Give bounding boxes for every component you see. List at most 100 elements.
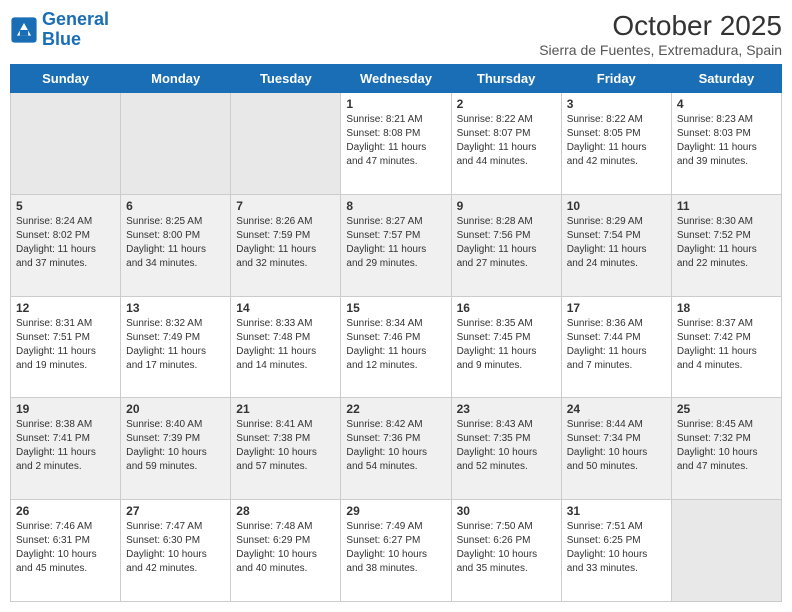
calendar-week-2: 5Sunrise: 8:24 AM Sunset: 8:02 PM Daylig… <box>11 194 782 296</box>
day-number: 12 <box>16 301 115 315</box>
calendar-cell: 20 Sunrise: 8:40 AM Sunset: 7:39 PM Dayli… <box>121 398 231 500</box>
calendar-cell: 1 Sunrise: 8:21 AM Sunset: 8:08 PM Daylig… <box>341 93 451 195</box>
main-title: October 2025 <box>539 10 782 42</box>
calendar-cell: 13 Sunrise: 8:32 AM Sunset: 7:49 PM Dayli… <box>121 296 231 398</box>
calendar-cell: 18 Sunrise: 8:37 AM Sunset: 7:42 PM Dayli… <box>671 296 781 398</box>
day-number: 8 <box>346 199 445 213</box>
calendar-cell <box>231 93 341 195</box>
calendar-cell: 9 Sunrise: 8:28 AM Sunset: 7:56 PM Daylig… <box>451 194 561 296</box>
calendar-cell: 15Sunrise: 8:34 AM Sunset: 7:46 PM Dayli… <box>341 296 451 398</box>
day-number: 30 <box>457 504 556 518</box>
calendar-cell: 12 Sunrise: 8:31 AM Sunset: 7:51 PM Dayli… <box>11 296 121 398</box>
day-info: Sunrise: 8:41 AM Sunset: 7:38 PM Dayligh… <box>236 418 335 474</box>
logo-icon <box>10 16 38 44</box>
day-number: 11 <box>677 199 776 213</box>
subtitle: Sierra de Fuentes, Extremadura, Spain <box>539 42 782 58</box>
calendar-table: Sunday Monday Tuesday Wednesday Thursday… <box>10 64 782 602</box>
day-number: 24 <box>567 402 666 416</box>
col-wednesday: Wednesday <box>341 65 451 93</box>
day-number: 22 <box>346 402 445 416</box>
day-number: 15 <box>346 301 445 315</box>
logo: General Blue <box>10 10 109 50</box>
day-number: 23 <box>457 402 556 416</box>
day-info: Sunrise: 7:51 AM Sunset: 6:25 PM Dayligh… <box>567 520 666 576</box>
calendar-week-1: 1 Sunrise: 8:21 AM Sunset: 8:08 PM Daylig… <box>11 93 782 195</box>
calendar-cell: 19 Sunrise: 8:38 AM Sunset: 7:41 PM Dayli… <box>11 398 121 500</box>
day-info: Sunrise: 7:49 AM Sunset: 6:27 PM Dayligh… <box>346 520 445 576</box>
calendar-cell: 8 Sunrise: 8:27 AM Sunset: 7:57 PM Daylig… <box>341 194 451 296</box>
calendar-week-5: 26 Sunrise: 7:46 AM Sunset: 6:31 PM Dayli… <box>11 500 782 602</box>
day-number: 18 <box>677 301 776 315</box>
day-info: Sunrise: 8:43 AM Sunset: 7:35 PM Dayligh… <box>457 418 556 474</box>
day-number: 31 <box>567 504 666 518</box>
calendar-cell: 28Sunrise: 7:48 AM Sunset: 6:29 PM Dayli… <box>231 500 341 602</box>
col-friday: Friday <box>561 65 671 93</box>
day-number: 1 <box>346 97 445 111</box>
day-number: 13 <box>126 301 225 315</box>
day-number: 26 <box>16 504 115 518</box>
col-tuesday: Tuesday <box>231 65 341 93</box>
day-info: Sunrise: 8:24 AM Sunset: 8:02 PM Dayligh… <box>16 215 115 271</box>
day-number: 17 <box>567 301 666 315</box>
day-number: 9 <box>457 199 556 213</box>
day-number: 25 <box>677 402 776 416</box>
day-info: Sunrise: 7:50 AM Sunset: 6:26 PM Dayligh… <box>457 520 556 576</box>
day-number: 3 <box>567 97 666 111</box>
day-number: 6 <box>126 199 225 213</box>
calendar-header-row: Sunday Monday Tuesday Wednesday Thursday… <box>11 65 782 93</box>
day-info: Sunrise: 8:32 AM Sunset: 7:49 PM Dayligh… <box>126 317 225 373</box>
title-block: October 2025 Sierra de Fuentes, Extremad… <box>539 10 782 58</box>
day-info: Sunrise: 7:46 AM Sunset: 6:31 PM Dayligh… <box>16 520 115 576</box>
calendar-cell: 14 Sunrise: 8:33 AM Sunset: 7:48 PM Dayli… <box>231 296 341 398</box>
day-number: 28 <box>236 504 335 518</box>
day-info: Sunrise: 8:26 AM Sunset: 7:59 PM Dayligh… <box>236 215 335 271</box>
day-info: Sunrise: 8:33 AM Sunset: 7:48 PM Dayligh… <box>236 317 335 373</box>
day-info: Sunrise: 8:45 AM Sunset: 7:32 PM Dayligh… <box>677 418 776 474</box>
day-info: Sunrise: 8:38 AM Sunset: 7:41 PM Dayligh… <box>16 418 115 474</box>
calendar-week-3: 12 Sunrise: 8:31 AM Sunset: 7:51 PM Dayli… <box>11 296 782 398</box>
logo-line2: Blue <box>42 29 81 49</box>
day-number: 27 <box>126 504 225 518</box>
calendar-cell: 3 Sunrise: 8:22 AM Sunset: 8:05 PM Daylig… <box>561 93 671 195</box>
day-info: Sunrise: 8:22 AM Sunset: 8:05 PM Dayligh… <box>567 113 666 169</box>
calendar-cell: 31 Sunrise: 7:51 AM Sunset: 6:25 PM Dayli… <box>561 500 671 602</box>
day-number: 16 <box>457 301 556 315</box>
header: General Blue October 2025 Sierra de Fuen… <box>10 10 782 58</box>
day-number: 7 <box>236 199 335 213</box>
day-info: Sunrise: 8:35 AM Sunset: 7:45 PM Dayligh… <box>457 317 556 373</box>
page: General Blue October 2025 Sierra de Fuen… <box>0 0 792 612</box>
day-info: Sunrise: 8:25 AM Sunset: 8:00 PM Dayligh… <box>126 215 225 271</box>
calendar-cell: 24 Sunrise: 8:44 AM Sunset: 7:34 PM Dayli… <box>561 398 671 500</box>
day-info: Sunrise: 8:36 AM Sunset: 7:44 PM Dayligh… <box>567 317 666 373</box>
calendar-cell: 30 Sunrise: 7:50 AM Sunset: 6:26 PM Dayli… <box>451 500 561 602</box>
day-info: Sunrise: 8:30 AM Sunset: 7:52 PM Dayligh… <box>677 215 776 271</box>
day-info: Sunrise: 8:21 AM Sunset: 8:08 PM Dayligh… <box>346 113 445 169</box>
calendar-cell: 5Sunrise: 8:24 AM Sunset: 8:02 PM Daylig… <box>11 194 121 296</box>
calendar-cell <box>121 93 231 195</box>
day-info: Sunrise: 7:47 AM Sunset: 6:30 PM Dayligh… <box>126 520 225 576</box>
day-info: Sunrise: 8:42 AM Sunset: 7:36 PM Dayligh… <box>346 418 445 474</box>
day-number: 14 <box>236 301 335 315</box>
day-info: Sunrise: 8:22 AM Sunset: 8:07 PM Dayligh… <box>457 113 556 169</box>
col-monday: Monday <box>121 65 231 93</box>
day-info: Sunrise: 8:27 AM Sunset: 7:57 PM Dayligh… <box>346 215 445 271</box>
day-number: 29 <box>346 504 445 518</box>
calendar-cell: 6 Sunrise: 8:25 AM Sunset: 8:00 PM Daylig… <box>121 194 231 296</box>
logo-text: General Blue <box>42 10 109 50</box>
calendar-cell: 26 Sunrise: 7:46 AM Sunset: 6:31 PM Dayli… <box>11 500 121 602</box>
calendar-cell: 21Sunrise: 8:41 AM Sunset: 7:38 PM Dayli… <box>231 398 341 500</box>
calendar-cell: 29 Sunrise: 7:49 AM Sunset: 6:27 PM Dayli… <box>341 500 451 602</box>
calendar-cell: 11 Sunrise: 8:30 AM Sunset: 7:52 PM Dayli… <box>671 194 781 296</box>
day-number: 10 <box>567 199 666 213</box>
day-number: 20 <box>126 402 225 416</box>
day-info: Sunrise: 8:28 AM Sunset: 7:56 PM Dayligh… <box>457 215 556 271</box>
calendar-cell: 23 Sunrise: 8:43 AM Sunset: 7:35 PM Dayli… <box>451 398 561 500</box>
calendar-cell: 2Sunrise: 8:22 AM Sunset: 8:07 PM Daylig… <box>451 93 561 195</box>
day-info: Sunrise: 8:31 AM Sunset: 7:51 PM Dayligh… <box>16 317 115 373</box>
calendar-cell: 7 Sunrise: 8:26 AM Sunset: 7:59 PM Daylig… <box>231 194 341 296</box>
calendar-cell <box>671 500 781 602</box>
day-info: Sunrise: 8:44 AM Sunset: 7:34 PM Dayligh… <box>567 418 666 474</box>
day-info: Sunrise: 8:40 AM Sunset: 7:39 PM Dayligh… <box>126 418 225 474</box>
day-number: 19 <box>16 402 115 416</box>
day-info: Sunrise: 8:37 AM Sunset: 7:42 PM Dayligh… <box>677 317 776 373</box>
